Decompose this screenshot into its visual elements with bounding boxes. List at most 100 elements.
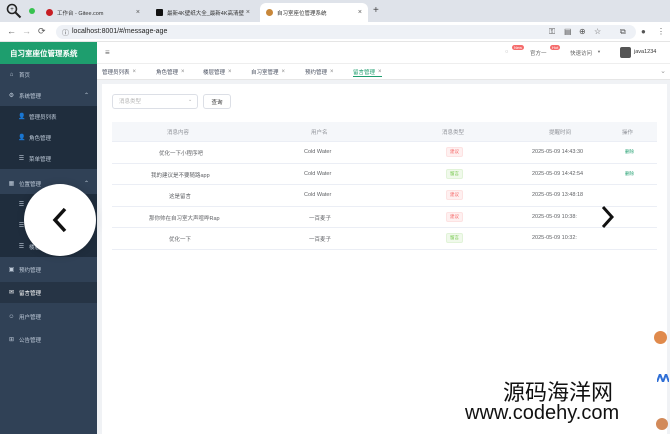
message-type-select[interactable]	[112, 94, 198, 109]
sidebar-item-messages[interactable]: ✉ 留言管理	[0, 282, 97, 303]
username[interactable]: java1234	[634, 49, 656, 55]
url-text: localhost:8001/#/message-age	[72, 28, 168, 35]
column-header-type: 消息类型	[442, 130, 465, 136]
logo-mark-icon[interactable]	[657, 374, 669, 382]
assistant-avatar-icon[interactable]	[656, 418, 668, 430]
sidebar-item-system[interactable]: ⚙ 系统管理 ⌃	[0, 85, 97, 106]
cell-content: 优化一下	[169, 237, 192, 243]
query-button[interactable]: 查询	[203, 94, 231, 109]
user-icon: 👤	[18, 114, 26, 120]
tag-floors[interactable]: 楼层管理 ×	[203, 67, 232, 77]
avatar[interactable]	[620, 47, 631, 58]
status-dot	[29, 8, 35, 14]
profile-icon[interactable]: ●	[641, 27, 646, 36]
sidebar-item-roles[interactable]: 👤 角色管理	[0, 127, 97, 148]
chevron-down-icon: ▼	[597, 49, 601, 54]
type-badge: 建议	[446, 211, 463, 222]
magnifier-icon[interactable]: +	[6, 3, 22, 19]
topbar-link-official[interactable]: 官方一	[530, 49, 547, 57]
cell-time: 2025-05-09 10:38:	[532, 213, 577, 220]
tag-study-rooms[interactable]: 自习室管理 ×	[251, 67, 285, 77]
new-tab-icon[interactable]: +	[373, 5, 379, 16]
browser-tab-title: 工作台 - Gitee.com	[57, 10, 104, 17]
hamburger-icon[interactable]: ≡	[105, 48, 110, 57]
message-bell-icon[interactable]: ◌	[505, 49, 508, 55]
sidebar-item-label: 位置管理	[19, 181, 42, 188]
close-icon[interactable]: ×	[133, 69, 137, 75]
browser-tab-app[interactable]: 自习室座位管理系统 ×	[260, 3, 368, 22]
tag-label: 留言管理	[353, 69, 376, 76]
sidebar-item-label: 预约管理	[19, 267, 42, 274]
cell-time: 2025-05-09 13:48:18	[532, 192, 584, 198]
close-icon[interactable]: ×	[330, 69, 334, 75]
table-header: 消息内容 用户名 消息类型 提醒时间 操作	[112, 122, 657, 142]
extensions-icon[interactable]: ⧉	[620, 27, 626, 37]
tag-admins[interactable]: 管理员列表 ×	[102, 67, 136, 77]
reload-icon[interactable]: ⟳	[38, 26, 46, 37]
sidebar-item-label: 留言管理	[19, 290, 42, 297]
close-icon[interactable]: ×	[358, 9, 362, 16]
seat-icon: ▦	[8, 181, 15, 187]
close-icon[interactable]: ×	[282, 69, 286, 75]
type-badge: 建议	[446, 147, 463, 157]
sidebar-item-home[interactable]: ⌂ 首页	[0, 64, 97, 85]
new-badge: New	[512, 45, 525, 50]
tag-roles[interactable]: 角色管理 ×	[156, 67, 185, 77]
sidebar-item-label: 首页	[19, 72, 31, 79]
type-badge: 留言	[446, 168, 463, 179]
table-row: 优化一下 一百麦子 留言 2025-05-09 10:32:	[112, 228, 657, 250]
gitee-favicon-icon	[46, 9, 53, 16]
tag-messages[interactable]: 留言管理 ×	[353, 67, 382, 77]
more-icon[interactable]: ⋮	[657, 27, 665, 36]
translate-icon[interactable]: ▤	[564, 27, 572, 36]
back-icon[interactable]: ←	[7, 26, 16, 36]
star-icon[interactable]: ☆	[594, 27, 601, 36]
home-icon: ⌂	[9, 71, 14, 78]
key-icon[interactable]: ⚿	[549, 27, 555, 37]
sidebar-item-label: 系统管理	[19, 93, 42, 100]
hot-badge: Hot	[550, 45, 561, 50]
chevron-down-icon: ⌄	[188, 97, 193, 103]
tag-label: 管理员列表	[102, 70, 130, 76]
sidebar-item-notices[interactable]: ⊞ 公告管理	[0, 329, 97, 350]
chevron-down-icon[interactable]: ⌄	[660, 67, 666, 75]
sidebar-item-label: 菜单管理	[29, 156, 52, 163]
type-badge: 建议	[446, 190, 463, 200]
column-header-content: 消息内容	[167, 130, 190, 136]
assistant-avatar-icon[interactable]	[654, 331, 667, 344]
close-icon[interactable]: ×	[181, 69, 185, 75]
close-icon[interactable]: ×	[228, 69, 232, 75]
cell-time: 2025-05-09 10:32:	[532, 235, 577, 241]
forward-icon[interactable]: →	[22, 26, 31, 36]
topbar-link-quick[interactable]: 快速访问	[570, 49, 592, 57]
table-row: 这是留言 Cold Water 建议 2025-05-09 13:48:18	[112, 185, 657, 207]
browser-tab-bar: + 工作台 - Gitee.com × 最新4K壁纸大全_最新4K高清壁 × 自…	[0, 0, 670, 22]
browser-tab-gitee[interactable]: 工作台 - Gitee.com ×	[40, 3, 146, 22]
browser-tab-wallpaper[interactable]: 最新4K壁纸大全_最新4K高清壁 ×	[150, 3, 256, 22]
delete-link[interactable]: 删除	[625, 149, 634, 155]
close-icon[interactable]: ×	[378, 69, 382, 75]
sidebar-item-users[interactable]: ☺ 用户管理	[0, 306, 97, 327]
cell-user: 一百麦子	[309, 237, 332, 243]
sidebar-item-menus[interactable]: ☰ 菜单管理	[0, 148, 97, 169]
close-icon[interactable]: ×	[246, 9, 250, 16]
column-header-time: 提醒时间	[549, 130, 572, 136]
column-header-user: 用户名	[311, 130, 328, 136]
zoom-icon[interactable]: ⊕	[579, 27, 586, 36]
previous-slide-button[interactable]	[24, 184, 96, 256]
wallpaper-favicon-icon	[156, 9, 163, 16]
cell-content: 我的建议是不要随路app	[151, 172, 210, 179]
app-title: 自习室座位管理系统	[0, 42, 97, 64]
cell-user: Cold Water	[304, 149, 332, 155]
chevron-right-icon[interactable]	[600, 205, 614, 229]
svg-text:+: +	[10, 7, 14, 13]
tag-reservations[interactable]: 预约管理 ×	[305, 67, 334, 77]
sidebar-item-reservation[interactable]: ▣ 预约管理	[0, 259, 97, 280]
tag-label: 角色管理	[156, 70, 179, 76]
cell-content: 那你帅在自习室大声喧哗Rap	[149, 215, 220, 222]
delete-link[interactable]: 删除	[625, 171, 634, 177]
sidebar-item-admins[interactable]: 👤 管理员列表	[0, 106, 97, 127]
close-icon[interactable]: ×	[136, 9, 140, 16]
app-header: ≡ ◌ New 官方一 Hot 快速访问 ▼ java1234	[97, 42, 670, 64]
site-info-icon[interactable]: ⓘ	[62, 28, 69, 38]
